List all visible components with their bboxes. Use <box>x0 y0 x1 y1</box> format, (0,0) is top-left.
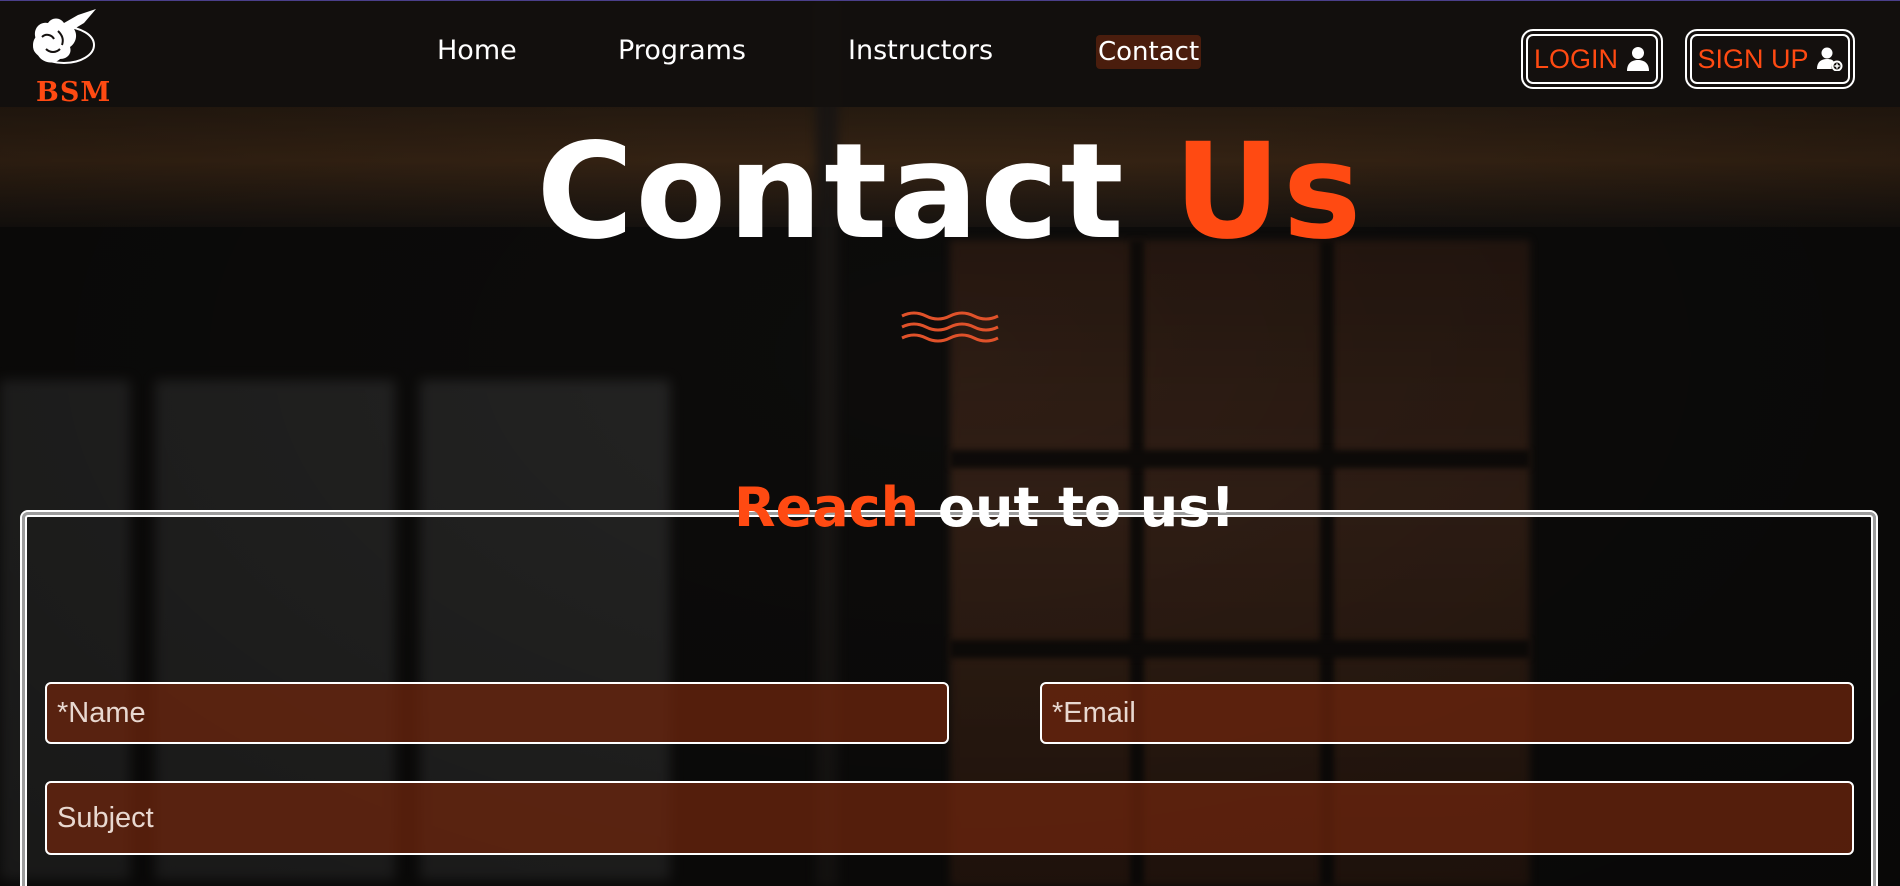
form-legend-part1: Reach <box>734 476 920 539</box>
user-add-icon <box>1816 47 1843 71</box>
form-legend-part2: out to us! <box>937 476 1236 539</box>
signup-button[interactable]: SIGN UP <box>1685 29 1855 89</box>
page-title-part2: Us <box>1173 115 1364 269</box>
name-field[interactable] <box>45 682 949 744</box>
brand-logo[interactable]: BSM <box>26 9 110 108</box>
login-label: LOGIN <box>1533 43 1619 74</box>
email-field[interactable] <box>1040 682 1854 744</box>
site-header: BSM Home Programs Instructors Contact LO… <box>0 0 1900 108</box>
subject-field[interactable] <box>45 781 1854 855</box>
signup-label: SIGN UP <box>1697 43 1809 74</box>
form-legend: Reach out to us! <box>726 476 1243 541</box>
logo-text: BSM <box>36 77 112 108</box>
nav-instructors[interactable]: Instructors <box>848 35 993 66</box>
nav-contact[interactable]: Contact <box>1096 35 1202 69</box>
bodybuilder-icon <box>33 9 96 64</box>
nav-programs[interactable]: Programs <box>618 35 746 66</box>
page-title-part1: Contact <box>536 115 1126 269</box>
wave-icon <box>901 311 999 343</box>
login-button[interactable]: LOGIN <box>1521 29 1663 89</box>
nav-home[interactable]: Home <box>437 35 517 66</box>
page-title: Contact Us <box>0 126 1900 258</box>
user-icon <box>1627 47 1650 71</box>
